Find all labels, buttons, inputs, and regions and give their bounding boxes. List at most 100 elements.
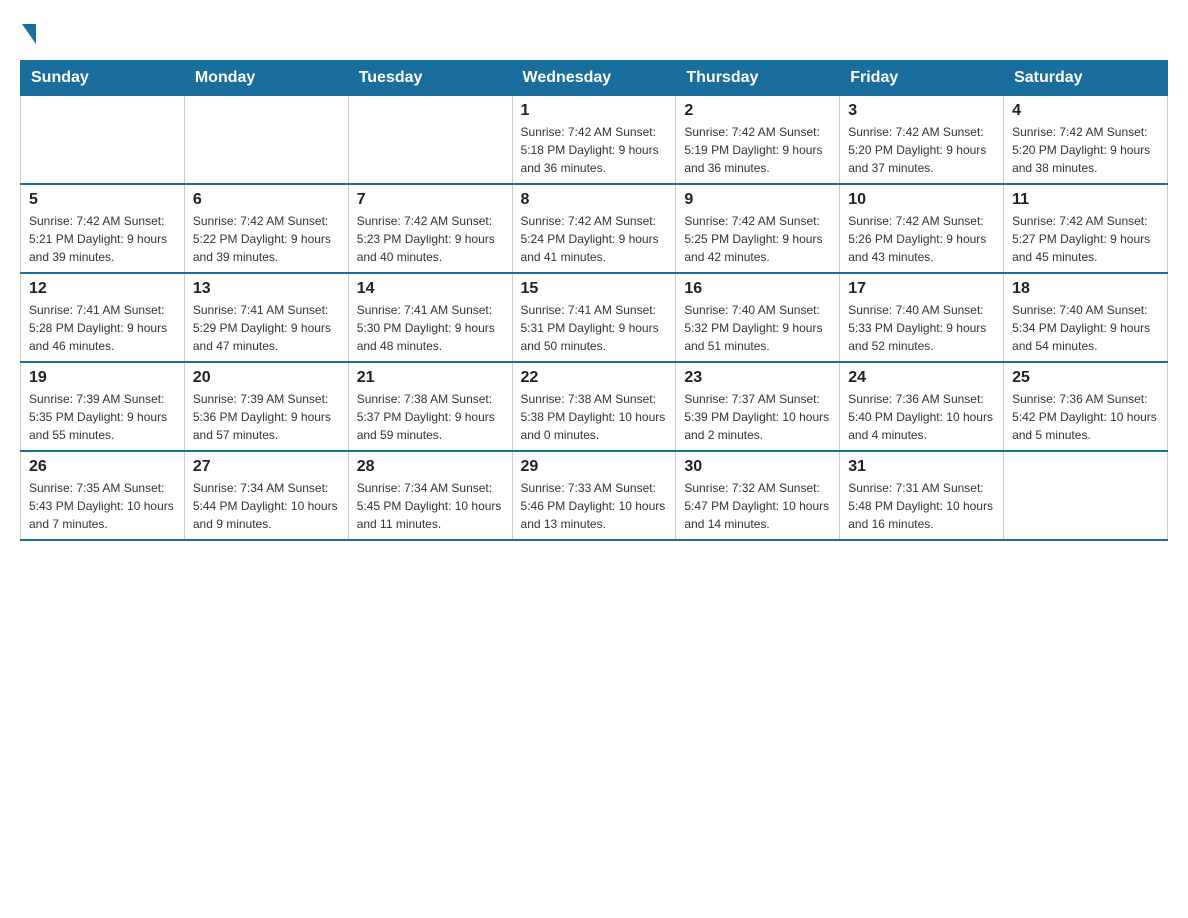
day-number: 13 [193, 280, 340, 298]
day-number: 19 [29, 369, 176, 387]
weekday-header-saturday: Saturday [1004, 61, 1168, 96]
calendar-cell: 25 Sunrise: 7:36 AM Sunset: 5:42 PM Dayli… [1004, 362, 1168, 451]
weekday-header-sunday: Sunday [21, 61, 185, 96]
day-number: 30 [684, 458, 831, 476]
day-info: Sunrise: 7:41 AM Sunset: 5:30 PM Dayligh… [357, 301, 504, 355]
calendar-cell: 22Sunrise: 7:38 AM Sunset: 5:38 PM Dayli… [512, 362, 676, 451]
day-number: 23 [684, 369, 831, 387]
calendar-week-row: 1Sunrise: 7:42 AM Sunset: 5:18 PM Daylig… [21, 96, 1168, 185]
calendar-cell: 14Sunrise: 7:41 AM Sunset: 5:30 PM Dayli… [348, 273, 512, 362]
day-info: Sunrise: 7:42 AM Sunset: 5:22 PM Dayligh… [193, 212, 340, 266]
calendar-cell: 5 Sunrise: 7:42 AM Sunset: 5:21 PM Daylig… [21, 184, 185, 273]
weekday-header-thursday: Thursday [676, 61, 840, 96]
day-info: Sunrise: 7:34 AM Sunset: 5:44 PM Dayligh… [193, 479, 340, 533]
weekday-header-tuesday: Tuesday [348, 61, 512, 96]
calendar-cell: 19 Sunrise: 7:39 AM Sunset: 5:35 PM Dayli… [21, 362, 185, 451]
calendar-cell: 13 Sunrise: 7:41 AM Sunset: 5:29 PM Dayli… [184, 273, 348, 362]
day-number: 16 [684, 280, 831, 298]
day-number: 31 [848, 458, 995, 476]
day-info: Sunrise: 7:32 AM Sunset: 5:47 PM Dayligh… [684, 479, 831, 533]
calendar-cell: 29Sunrise: 7:33 AM Sunset: 5:46 PM Dayli… [512, 451, 676, 540]
day-info: Sunrise: 7:40 AM Sunset: 5:33 PM Dayligh… [848, 301, 995, 355]
calendar-cell: 16 Sunrise: 7:40 AM Sunset: 5:32 PM Dayli… [676, 273, 840, 362]
day-number: 27 [193, 458, 340, 476]
day-number: 5 [29, 191, 176, 209]
calendar-cell: 12 Sunrise: 7:41 AM Sunset: 5:28 PM Dayli… [21, 273, 185, 362]
calendar-cell: 9 Sunrise: 7:42 AM Sunset: 5:25 PM Daylig… [676, 184, 840, 273]
calendar-cell: 2 Sunrise: 7:42 AM Sunset: 5:19 PM Daylig… [676, 96, 840, 185]
day-info: Sunrise: 7:42 AM Sunset: 5:19 PM Dayligh… [684, 123, 831, 177]
day-number: 17 [848, 280, 995, 298]
day-number: 2 [684, 102, 831, 120]
calendar-cell: 6 Sunrise: 7:42 AM Sunset: 5:22 PM Daylig… [184, 184, 348, 273]
calendar-cell: 26Sunrise: 7:35 AM Sunset: 5:43 PM Dayli… [21, 451, 185, 540]
day-info: Sunrise: 7:36 AM Sunset: 5:40 PM Dayligh… [848, 390, 995, 444]
weekday-header-row: SundayMondayTuesdayWednesdayThursdayFrid… [21, 61, 1168, 96]
day-info: Sunrise: 7:42 AM Sunset: 5:27 PM Dayligh… [1012, 212, 1159, 266]
day-number: 4 [1012, 102, 1159, 120]
day-number: 10 [848, 191, 995, 209]
calendar-cell: 28 Sunrise: 7:34 AM Sunset: 5:45 PM Dayli… [348, 451, 512, 540]
day-number: 24 [848, 369, 995, 387]
calendar-week-row: 19 Sunrise: 7:39 AM Sunset: 5:35 PM Dayli… [21, 362, 1168, 451]
day-info: Sunrise: 7:39 AM Sunset: 5:35 PM Dayligh… [29, 390, 176, 444]
day-number: 7 [357, 191, 504, 209]
page-header [20, 20, 1168, 40]
day-info: Sunrise: 7:39 AM Sunset: 5:36 PM Dayligh… [193, 390, 340, 444]
calendar-cell: 18 Sunrise: 7:40 AM Sunset: 5:34 PM Dayli… [1004, 273, 1168, 362]
day-info: Sunrise: 7:40 AM Sunset: 5:34 PM Dayligh… [1012, 301, 1159, 355]
day-info: Sunrise: 7:34 AM Sunset: 5:45 PM Dayligh… [357, 479, 504, 533]
day-info: Sunrise: 7:33 AM Sunset: 5:46 PM Dayligh… [521, 479, 668, 533]
day-number: 11 [1012, 191, 1159, 209]
weekday-header-monday: Monday [184, 61, 348, 96]
day-number: 9 [684, 191, 831, 209]
calendar-week-row: 5 Sunrise: 7:42 AM Sunset: 5:21 PM Daylig… [21, 184, 1168, 273]
day-info: Sunrise: 7:36 AM Sunset: 5:42 PM Dayligh… [1012, 390, 1159, 444]
day-info: Sunrise: 7:42 AM Sunset: 5:20 PM Dayligh… [1012, 123, 1159, 177]
day-info: Sunrise: 7:40 AM Sunset: 5:32 PM Dayligh… [684, 301, 831, 355]
day-info: Sunrise: 7:42 AM Sunset: 5:20 PM Dayligh… [848, 123, 995, 177]
day-info: Sunrise: 7:41 AM Sunset: 5:31 PM Dayligh… [521, 301, 668, 355]
calendar-cell: 8Sunrise: 7:42 AM Sunset: 5:24 PM Daylig… [512, 184, 676, 273]
day-number: 12 [29, 280, 176, 298]
logo-triangle-icon [22, 24, 36, 44]
calendar-cell: 24 Sunrise: 7:36 AM Sunset: 5:40 PM Dayli… [840, 362, 1004, 451]
calendar-cell: 21 Sunrise: 7:38 AM Sunset: 5:37 PM Dayli… [348, 362, 512, 451]
day-info: Sunrise: 7:42 AM Sunset: 5:25 PM Dayligh… [684, 212, 831, 266]
calendar-week-row: 26Sunrise: 7:35 AM Sunset: 5:43 PM Dayli… [21, 451, 1168, 540]
day-number: 20 [193, 369, 340, 387]
calendar-cell: 11 Sunrise: 7:42 AM Sunset: 5:27 PM Dayli… [1004, 184, 1168, 273]
calendar-cell: 10 Sunrise: 7:42 AM Sunset: 5:26 PM Dayli… [840, 184, 1004, 273]
calendar-cell [348, 96, 512, 185]
day-info: Sunrise: 7:41 AM Sunset: 5:29 PM Dayligh… [193, 301, 340, 355]
day-number: 8 [521, 191, 668, 209]
day-number: 15 [521, 280, 668, 298]
day-info: Sunrise: 7:41 AM Sunset: 5:28 PM Dayligh… [29, 301, 176, 355]
calendar-cell [184, 96, 348, 185]
calendar-cell: 20 Sunrise: 7:39 AM Sunset: 5:36 PM Dayli… [184, 362, 348, 451]
day-number: 21 [357, 369, 504, 387]
calendar-table: SundayMondayTuesdayWednesdayThursdayFrid… [20, 60, 1168, 541]
day-number: 25 [1012, 369, 1159, 387]
day-info: Sunrise: 7:38 AM Sunset: 5:37 PM Dayligh… [357, 390, 504, 444]
day-number: 22 [521, 369, 668, 387]
day-info: Sunrise: 7:42 AM Sunset: 5:26 PM Dayligh… [848, 212, 995, 266]
calendar-cell: 27 Sunrise: 7:34 AM Sunset: 5:44 PM Dayli… [184, 451, 348, 540]
calendar-cell [21, 96, 185, 185]
logo [20, 20, 36, 40]
calendar-cell: 7Sunrise: 7:42 AM Sunset: 5:23 PM Daylig… [348, 184, 512, 273]
weekday-header-wednesday: Wednesday [512, 61, 676, 96]
calendar-cell: 31 Sunrise: 7:31 AM Sunset: 5:48 PM Dayli… [840, 451, 1004, 540]
day-info: Sunrise: 7:42 AM Sunset: 5:18 PM Dayligh… [521, 123, 668, 177]
calendar-cell: 23Sunrise: 7:37 AM Sunset: 5:39 PM Dayli… [676, 362, 840, 451]
day-info: Sunrise: 7:35 AM Sunset: 5:43 PM Dayligh… [29, 479, 176, 533]
day-info: Sunrise: 7:42 AM Sunset: 5:21 PM Dayligh… [29, 212, 176, 266]
day-number: 28 [357, 458, 504, 476]
calendar-cell: 1Sunrise: 7:42 AM Sunset: 5:18 PM Daylig… [512, 96, 676, 185]
calendar-cell: 30 Sunrise: 7:32 AM Sunset: 5:47 PM Dayli… [676, 451, 840, 540]
day-info: Sunrise: 7:31 AM Sunset: 5:48 PM Dayligh… [848, 479, 995, 533]
calendar-cell: 15 Sunrise: 7:41 AM Sunset: 5:31 PM Dayli… [512, 273, 676, 362]
calendar-cell [1004, 451, 1168, 540]
day-number: 18 [1012, 280, 1159, 298]
day-number: 6 [193, 191, 340, 209]
